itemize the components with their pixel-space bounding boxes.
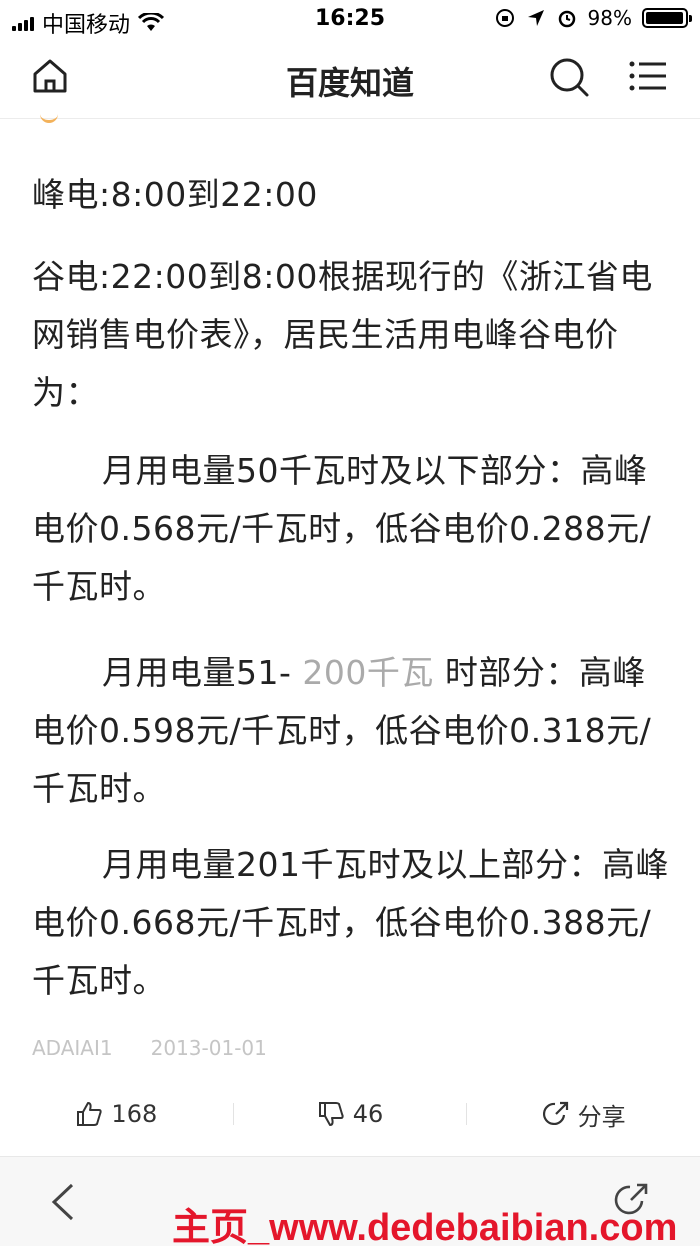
orientation-lock-icon — [495, 9, 514, 27]
back-icon[interactable] — [50, 1183, 76, 1221]
answer-meta: ADAIAI1 2013-01-01 — [32, 1036, 267, 1060]
answer-date: 2013-01-01 — [150, 1036, 267, 1060]
answer-paragraph-tier3: 月用电量201千瓦时及以上部分：高峰电价0.668元/千瓦时，低谷电价0.388… — [32, 845, 669, 1000]
author-name[interactable]: ADAIAI1 — [32, 1036, 113, 1060]
thumbs-up-icon — [77, 1102, 103, 1126]
like-button[interactable]: 168 — [0, 1100, 233, 1128]
answer-paragraph-tier2: 月用电量51- 200千瓦 时部分：高峰电价0.598元/千瓦时，低谷电价0.3… — [32, 644, 672, 818]
page-title: 百度知道 — [285, 64, 414, 102]
dislike-button[interactable]: 46 — [234, 1100, 467, 1128]
tier2-gray-link[interactable]: 200千瓦 — [302, 653, 434, 692]
location-icon — [527, 10, 544, 26]
top-nav-bar: 百度知道 — [0, 38, 700, 119]
thumbs-down-icon — [318, 1102, 344, 1126]
tier2-text-a: 月用电量51- — [102, 653, 292, 692]
status-bar: 中国移动 16:25 98% — [0, 0, 700, 38]
share-icon — [542, 1101, 568, 1126]
battery-percent: 98% — [587, 6, 632, 30]
alarm-icon — [558, 10, 575, 28]
answer-paragraph-tier1: 月用电量50千瓦时及以下部分：高峰电价0.568元/千瓦时，低谷电价0.288元… — [32, 451, 652, 606]
avatar-edge — [40, 112, 58, 123]
battery-icon — [642, 8, 692, 28]
answer-paragraph-valley: 谷电:22:00到8:00根据现行的《浙江省电网销售电价表》，居民生活用电峰谷电… — [32, 257, 653, 412]
watermark-text: 主页_www.dedebaibian.com — [172, 1207, 678, 1249]
search-icon[interactable] — [548, 56, 590, 98]
like-count: 168 — [111, 1100, 158, 1128]
dislike-count: 46 — [352, 1100, 384, 1128]
menu-icon[interactable] — [628, 56, 668, 96]
answer-paragraph-peak: 峰电:8:00到22:00 — [32, 175, 318, 214]
share-label: 分享 — [577, 1102, 626, 1131]
status-right: 98% — [494, 6, 692, 30]
action-row: 168 46 分享 — [0, 1088, 700, 1140]
share-button[interactable]: 分享 — [467, 1097, 700, 1132]
